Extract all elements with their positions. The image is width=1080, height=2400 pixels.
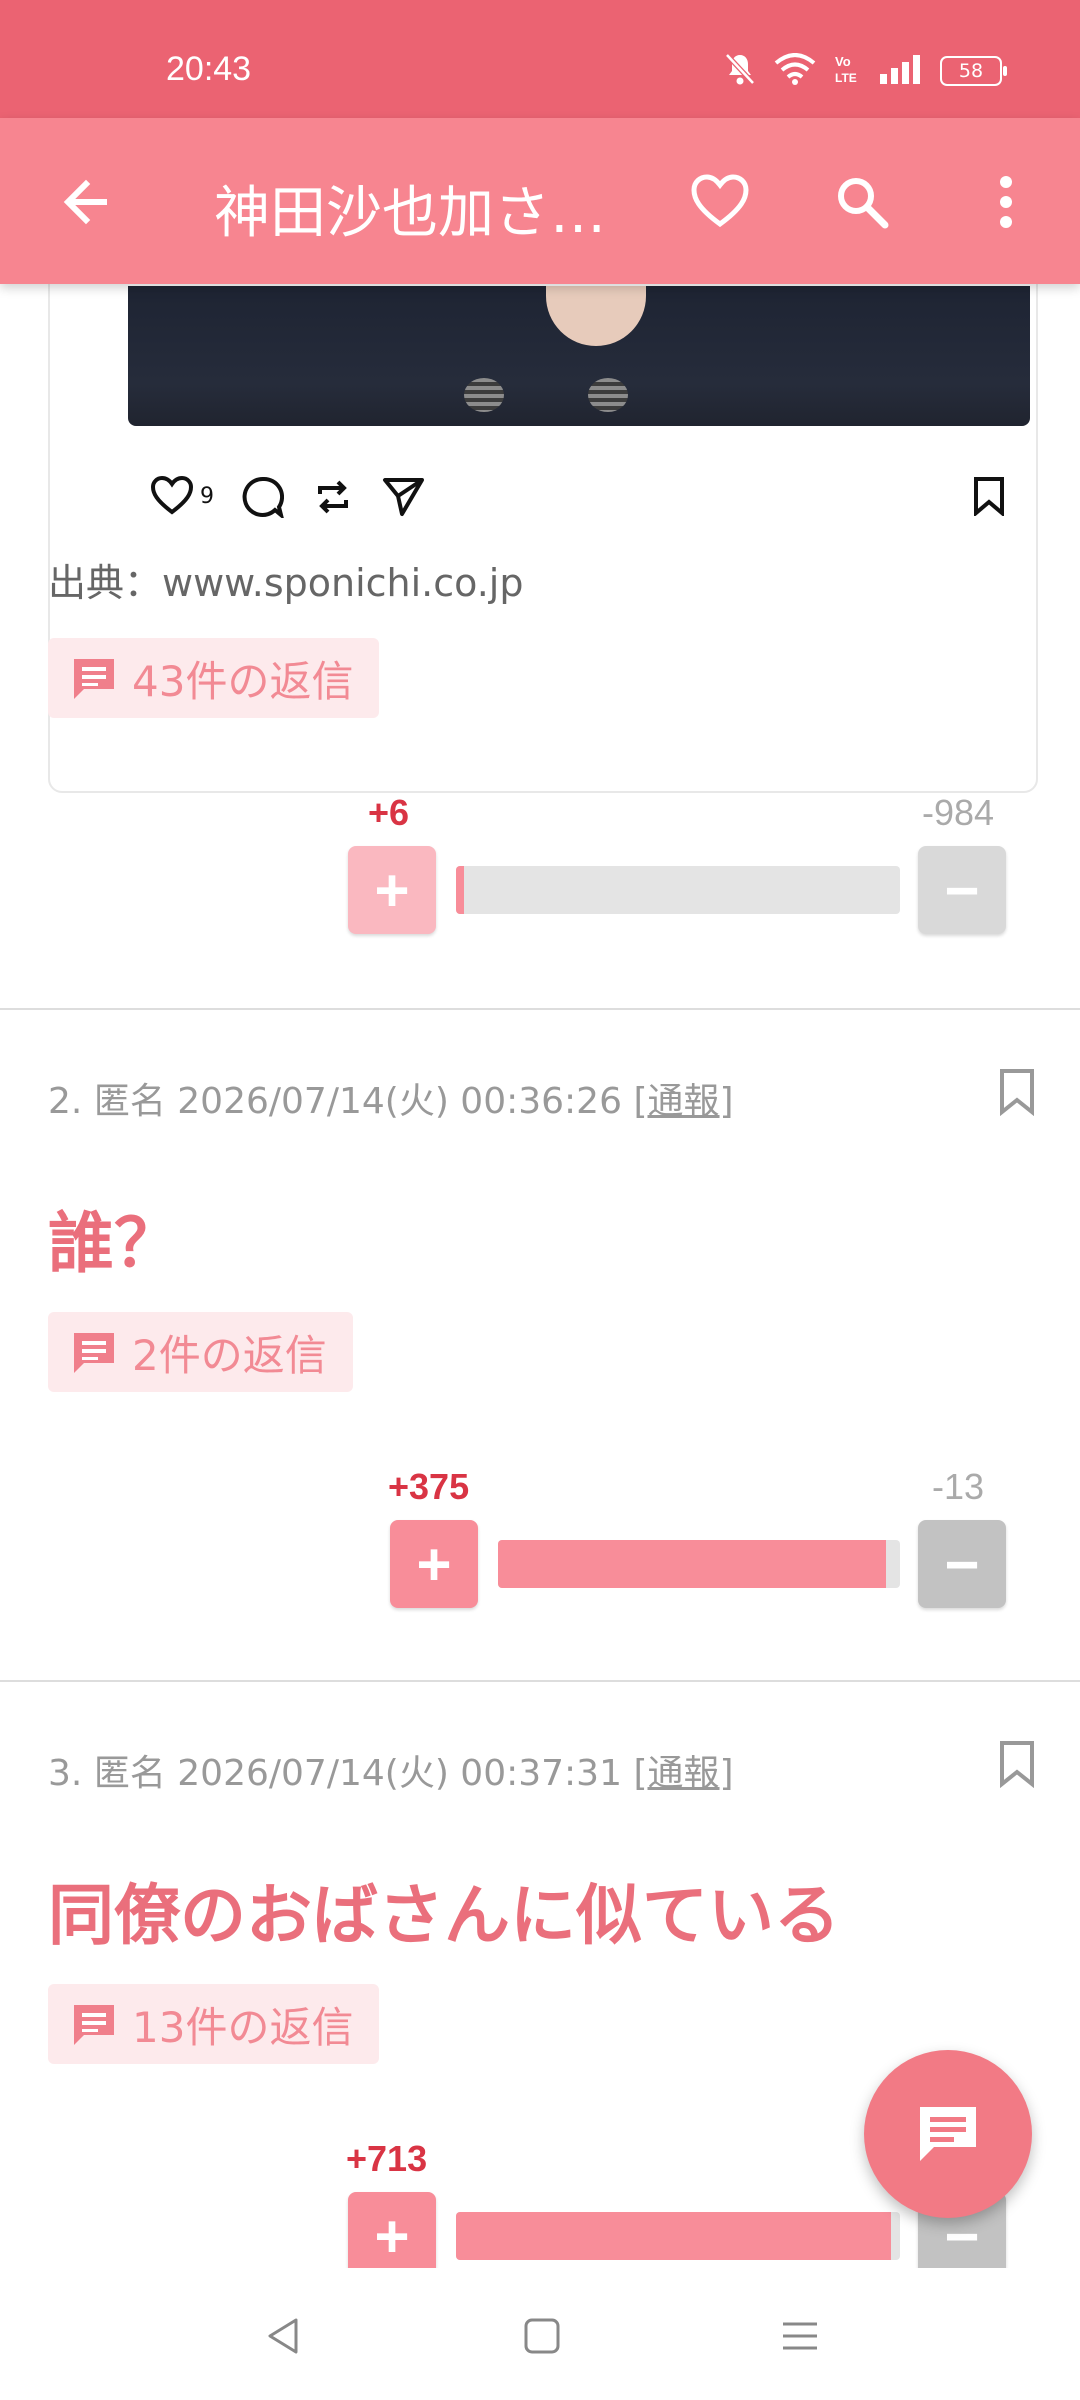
heart-icon <box>691 174 749 228</box>
plus-button[interactable]: + <box>348 846 436 934</box>
replies-button[interactable]: 43件の返信 <box>48 638 380 718</box>
plus-count: +6 <box>368 792 410 833</box>
vote-bar-fill <box>456 2212 892 2260</box>
photo-detail <box>464 378 504 412</box>
home-square-icon <box>524 2318 560 2354</box>
system-nav-bar <box>0 2268 1080 2400</box>
app-bar: 神田沙也加さ… <box>0 118 1080 284</box>
share-icon <box>383 478 424 516</box>
post-bookmark-button[interactable] <box>998 1740 1036 1792</box>
more-button[interactable] <box>970 166 1042 238</box>
divider <box>0 1008 1080 1010</box>
replies-count: 2件の返信 <box>132 1330 327 1380</box>
post-bookmark-button[interactable] <box>998 1068 1036 1120</box>
post-body: 同僚のおばさんに似ている <box>48 1877 840 1954</box>
plus-button[interactable]: + <box>390 1520 478 1608</box>
minus-count: -984 <box>922 792 995 833</box>
comment-icon <box>920 2107 976 2161</box>
vote-bar <box>498 1540 900 1588</box>
report-label: 通報 <box>647 1081 720 1122</box>
bell-off-icon <box>724 52 756 90</box>
replies-count: 43件の返信 <box>132 656 354 706</box>
recents-menu-icon <box>783 2322 817 2350</box>
repost-icon <box>318 480 348 514</box>
vote-bar <box>456 866 900 914</box>
bookmark-icon <box>1000 1741 1034 1789</box>
battery-icon: 58 <box>940 56 1007 86</box>
comment-icon <box>70 2001 118 2047</box>
source-link[interactable]: 出典：www.sponichi.co.jp <box>48 552 523 607</box>
wifi-icon <box>774 53 816 89</box>
post-datetime: 2026/07/14(火) 00:37:31 <box>177 1753 622 1794</box>
thread-content: 9 出典：www.sponichi.co.jp 43件の返信 +6 -984 +… <box>0 284 1080 2268</box>
report-link[interactable]: [通報] <box>633 1753 733 1794</box>
search-icon <box>838 178 889 229</box>
more-vert-icon <box>1000 176 1012 228</box>
favorite-button[interactable] <box>684 166 756 238</box>
vote-bar-fill <box>456 866 464 914</box>
plus-count: +713 <box>346 2138 428 2179</box>
back-button[interactable] <box>50 166 122 238</box>
photo-neck <box>546 286 646 346</box>
nav-recents-button[interactable] <box>770 2306 830 2366</box>
divider <box>0 1680 1080 1682</box>
heart-icon <box>150 475 194 515</box>
comment-icon <box>70 655 118 701</box>
post-author: 匿名 <box>93 1753 166 1794</box>
embedded-actions: 9 <box>150 475 1010 536</box>
comment-icon <box>70 1329 118 1375</box>
volte-icon: Vo LTE <box>834 53 860 89</box>
nav-back-button[interactable] <box>254 2306 314 2366</box>
bookmark-button[interactable] <box>972 476 1006 520</box>
post-author: 匿名 <box>93 1081 166 1122</box>
bookmark-icon <box>974 477 1004 518</box>
replies-count: 13件の返信 <box>132 2002 354 2052</box>
replies-button[interactable]: 13件の返信 <box>48 1984 380 2064</box>
plus-button[interactable]: + <box>348 2192 436 2268</box>
svg-text:Vo: Vo <box>835 54 851 69</box>
compose-comment-button[interactable] <box>864 2050 1032 2218</box>
minus-button[interactable]: − <box>918 1520 1006 1608</box>
bookmark-icon <box>1000 1069 1034 1117</box>
like-count: 9 <box>200 484 214 509</box>
report-label: 通報 <box>647 1753 720 1794</box>
minus-count: -13 <box>932 1466 985 1507</box>
back-triangle-icon <box>268 2318 298 2354</box>
photo-detail <box>588 378 628 412</box>
post-meta: 2. 匿名 2026/07/14(火) 00:36:26 [通報] <box>48 1072 734 1124</box>
share-button[interactable] <box>382 476 426 522</box>
plus-count: +375 <box>388 1466 470 1507</box>
nav-home-button[interactable] <box>512 2306 572 2366</box>
repost-button[interactable] <box>312 476 354 522</box>
post-number: 3. <box>48 1753 83 1794</box>
comment-icon <box>242 476 285 521</box>
post-datetime: 2026/07/14(火) 00:36:26 <box>177 1081 622 1122</box>
post-body: 誰？ <box>48 1205 180 1282</box>
embedded-photo <box>128 286 1030 426</box>
replies-button[interactable]: 2件の返信 <box>48 1312 353 1392</box>
like-button[interactable] <box>150 475 194 520</box>
signal-icon <box>878 54 922 88</box>
post-meta: 3. 匿名 2026/07/14(火) 00:37:31 [通報] <box>48 1744 734 1796</box>
search-button[interactable] <box>826 166 898 238</box>
vote-bar-fill <box>498 1540 887 1588</box>
back-arrow-icon <box>63 179 107 225</box>
status-bar: 20:43 Vo LTE 58 <box>0 0 1080 118</box>
report-link[interactable]: [通報] <box>633 1081 733 1122</box>
minus-button[interactable]: − <box>918 846 1006 934</box>
vote-bar <box>456 2212 900 2260</box>
status-icons: Vo LTE 58 <box>724 52 1007 90</box>
svg-text:LTE: LTE <box>835 71 857 85</box>
comment-button[interactable] <box>242 476 285 522</box>
page-title: 神田沙也加さ… <box>214 181 606 246</box>
post-number: 2. <box>48 1081 83 1122</box>
status-time: 20:43 <box>166 50 252 88</box>
